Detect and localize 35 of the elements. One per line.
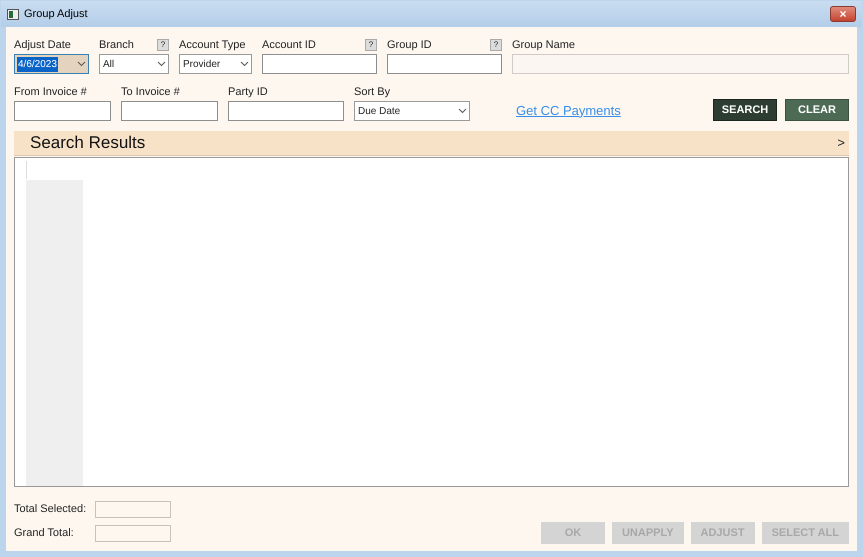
results-title: Search Results: [30, 132, 146, 154]
window-title: Group Adjust: [24, 6, 88, 22]
expand-button[interactable]: >: [837, 133, 845, 153]
help-button[interactable]: ?: [365, 39, 377, 51]
field-label: Party ID: [228, 85, 269, 100]
chevron-down-icon: [458, 108, 467, 114]
dropdown[interactable]: Provider: [179, 54, 252, 74]
dropdown[interactable]: Due Date: [354, 101, 470, 121]
field-label: Branch: [99, 38, 134, 53]
input-field[interactable]: [14, 101, 111, 121]
input-field[interactable]: [121, 101, 218, 121]
chevron-down-icon: [77, 61, 86, 67]
chevron-down-icon: [157, 61, 166, 67]
help-button[interactable]: ?: [490, 39, 502, 51]
input-field[interactable]: [228, 101, 344, 121]
dropdown[interactable]: 4/6/2023: [14, 54, 89, 74]
input-field[interactable]: [387, 54, 502, 74]
field-label: To Invoice #: [121, 85, 181, 100]
field-label: Adjust Date: [14, 38, 71, 53]
app-icon: [7, 8, 19, 20]
field-label: Group ID: [387, 38, 432, 53]
help-button[interactable]: ?: [157, 39, 169, 51]
chevron-down-icon: [240, 61, 249, 67]
field-label: Account Type: [179, 38, 246, 53]
dropdown[interactable]: All: [99, 54, 169, 74]
field-label: Group Name: [512, 38, 575, 53]
total-label: Total Selected:: [14, 502, 88, 518]
field-label: Account ID: [262, 38, 316, 53]
field-label: Sort By: [354, 85, 392, 100]
total-label: Grand Total:: [14, 526, 75, 542]
action-button[interactable]: CLEAR: [785, 99, 849, 121]
input-field[interactable]: [262, 54, 377, 74]
action-button[interactable]: SEARCH: [713, 99, 777, 121]
close-button[interactable]: ×: [830, 6, 856, 22]
field-label: From Invoice #: [14, 85, 88, 100]
